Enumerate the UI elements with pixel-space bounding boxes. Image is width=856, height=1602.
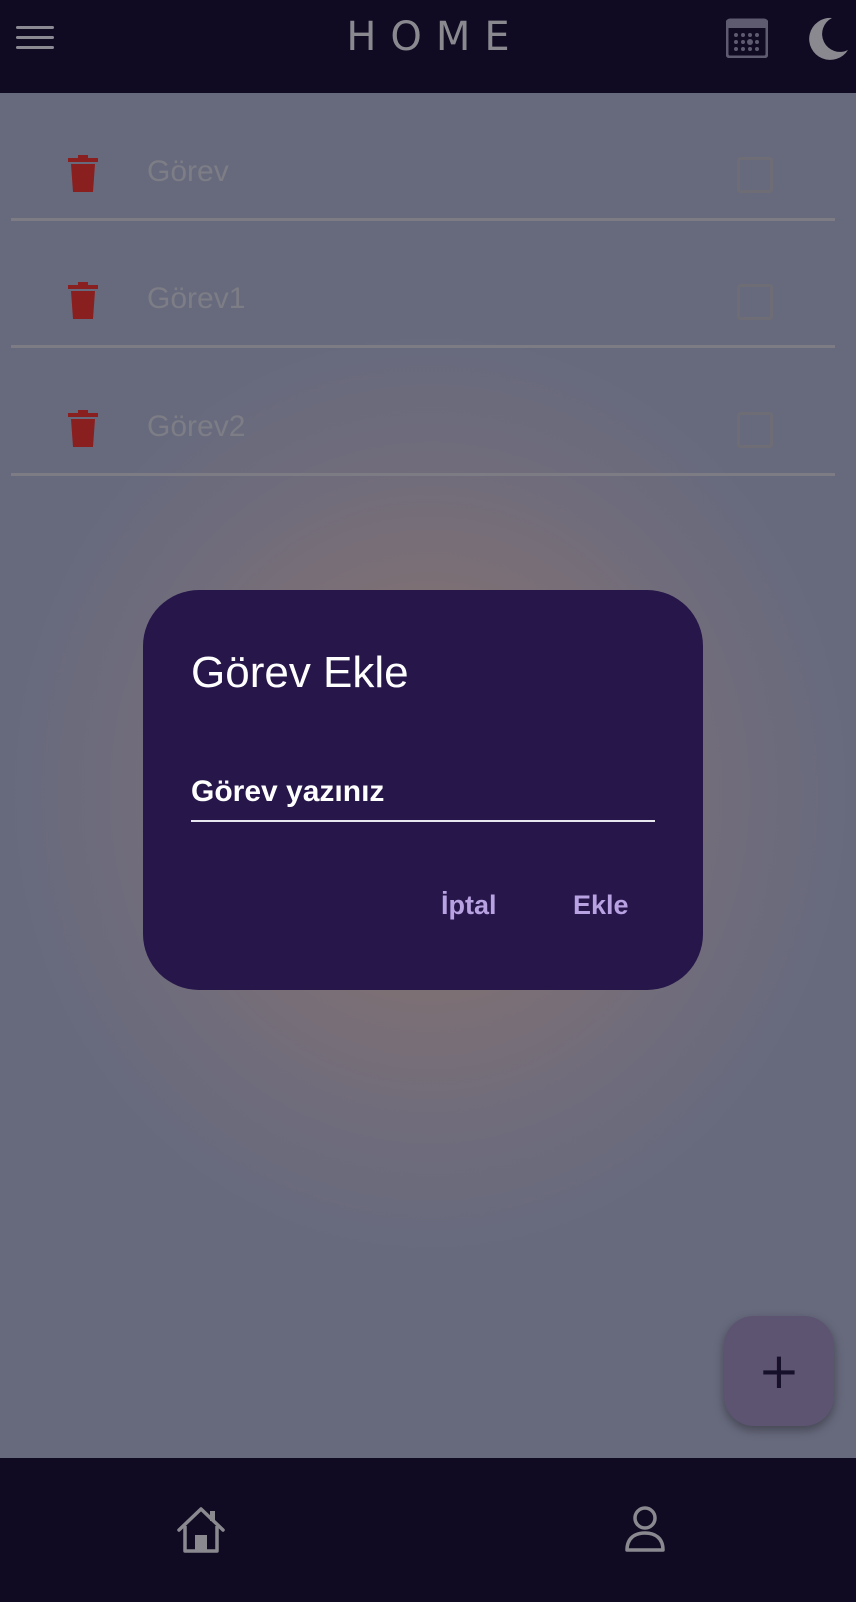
task-checkbox[interactable] xyxy=(737,284,773,320)
divider xyxy=(11,473,835,476)
task-label: Görev1 xyxy=(147,282,246,315)
task-input[interactable] xyxy=(191,764,655,822)
top-app-bar: HOME xyxy=(0,0,856,93)
bottom-navigation xyxy=(0,1458,856,1602)
calendar-icon[interactable] xyxy=(725,18,769,59)
dialog-title: Görev Ekle xyxy=(191,648,409,697)
home-icon[interactable] xyxy=(176,1506,226,1554)
task-label: Görev2 xyxy=(147,410,246,443)
add-button[interactable]: Ekle xyxy=(573,890,629,921)
task-checkbox[interactable] xyxy=(737,412,773,448)
task-label: Görev xyxy=(147,155,229,188)
trash-icon[interactable] xyxy=(68,410,98,448)
task-row: Görev2 xyxy=(0,348,856,476)
add-task-button[interactable]: + xyxy=(724,1316,834,1426)
add-task-dialog: Görev Ekle İptal Ekle xyxy=(143,590,703,990)
profile-icon[interactable] xyxy=(624,1506,666,1552)
app-root: HOME Görev Görev1 Görev2 + Görev Ekle Gö… xyxy=(0,0,856,1602)
moon-icon[interactable] xyxy=(804,16,850,62)
task-row: Görev1 xyxy=(0,220,856,348)
trash-icon[interactable] xyxy=(68,155,98,193)
task-row: Görev xyxy=(0,93,856,221)
task-checkbox[interactable] xyxy=(737,157,773,193)
trash-icon[interactable] xyxy=(68,282,98,320)
cancel-button[interactable]: İptal xyxy=(441,890,497,921)
